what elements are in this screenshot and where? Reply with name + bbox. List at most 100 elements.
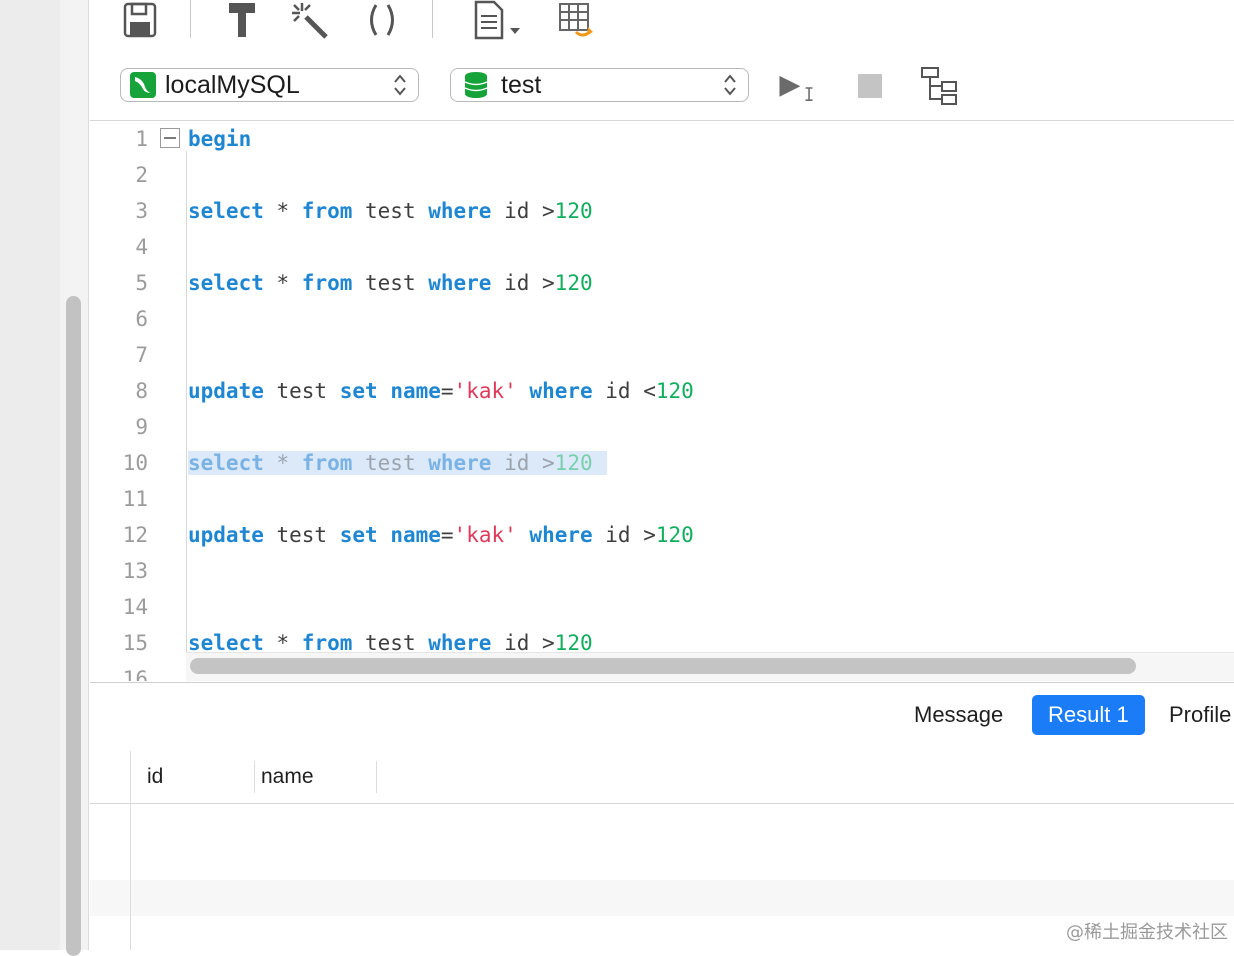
grid-header: id name: [90, 751, 1234, 804]
code-token: 120: [554, 451, 593, 475]
code-token: where: [529, 379, 593, 403]
code-line[interactable]: select * from test where id >120: [188, 193, 593, 229]
code-line[interactable]: update test set name='kak' where id >120: [188, 517, 694, 553]
line-number: 4: [135, 235, 148, 259]
line-number: 12: [122, 523, 148, 547]
tab-message[interactable]: Message: [898, 695, 1019, 735]
code-line[interactable]: select * from test where id >120: [188, 445, 607, 481]
run-icon[interactable]: [776, 68, 816, 108]
code-token: name: [390, 523, 441, 547]
code-token: begin: [188, 127, 252, 151]
line-number: 10: [122, 451, 148, 475]
database-icon: [463, 71, 489, 99]
tab-result-1[interactable]: Result 1: [1032, 695, 1145, 735]
code-token: 120: [554, 271, 593, 295]
sql-editor[interactable]: 1 2 3 4 5 6 7 8 9 10 11 12 13 14 15 16 begin select * fr…: [90, 121, 1234, 681]
code-token: where: [428, 271, 492, 295]
code-token: id >: [491, 451, 555, 475]
toolbar: localMySQL test: [90, 0, 1234, 121]
code-token: set: [339, 379, 378, 403]
select-stepper-icon: [394, 74, 406, 96]
row-header-divider: [130, 751, 131, 950]
code-token: from: [301, 451, 353, 475]
result-tabs-bar: Message Result 1 Profile: [90, 682, 1234, 752]
build-icon[interactable]: [222, 0, 262, 40]
code-token: set: [339, 523, 378, 547]
line-number: 14: [122, 595, 148, 619]
column-separator[interactable]: [376, 761, 377, 793]
column-separator[interactable]: [254, 761, 255, 793]
code-token: 120: [655, 523, 694, 547]
explain-icon[interactable]: [918, 66, 958, 106]
connection-select[interactable]: localMySQL: [120, 68, 419, 102]
code-token: select: [188, 451, 264, 475]
column-header-name[interactable]: name: [261, 751, 314, 803]
code-token: test: [263, 379, 340, 403]
code-token: id >: [491, 271, 555, 295]
line-number: 16: [122, 667, 148, 681]
document-dropdown-icon[interactable]: [470, 0, 530, 40]
toolbar-separator: [432, 0, 433, 38]
code-token: where: [428, 451, 492, 475]
code-token: test: [352, 199, 429, 223]
code-token: select: [188, 199, 264, 223]
sidebar-scrollbar[interactable]: [66, 296, 81, 956]
code-token: id >: [491, 199, 555, 223]
code-token: *: [263, 451, 302, 475]
table-export-icon[interactable]: [556, 0, 596, 40]
line-number: 6: [135, 307, 148, 331]
statement: select * from test where id >120: [188, 271, 593, 295]
editor-horizontal-scrollbar[interactable]: [190, 658, 1136, 674]
line-number: 1: [135, 127, 148, 151]
result-grid[interactable]: id name: [90, 751, 1234, 950]
tab-profile[interactable]: Profile: [1153, 695, 1234, 735]
statement: update test set name='kak' where id <120: [188, 379, 694, 403]
code-token: where: [529, 523, 593, 547]
select-stepper-icon: [724, 74, 736, 96]
code-token: test: [352, 451, 429, 475]
magic-wand-icon[interactable]: [290, 0, 330, 40]
line-number: 8: [135, 379, 148, 403]
code-token: update: [188, 379, 264, 403]
statement: begin: [188, 127, 251, 151]
line-number: 3: [135, 199, 148, 223]
code-token: name: [390, 379, 441, 403]
code-line[interactable]: select * from test where id >120: [188, 265, 593, 301]
code-token: *: [263, 199, 302, 223]
code-token: from: [301, 271, 353, 295]
parentheses-icon[interactable]: [362, 0, 402, 40]
line-number: 5: [135, 271, 148, 295]
line-number: 9: [135, 415, 148, 439]
code-token: 120: [554, 199, 593, 223]
statement: select * from test where id >120: [188, 199, 593, 223]
code-token: where: [428, 199, 492, 223]
save-icon[interactable]: [120, 0, 160, 40]
code-line[interactable]: update test set name='kak' where id <120: [188, 373, 694, 409]
fold-toggle-icon[interactable]: [160, 128, 180, 148]
stop-icon[interactable]: [850, 66, 890, 106]
code-line[interactable]: begin: [188, 121, 251, 157]
code-token: test: [352, 271, 429, 295]
code-token: *: [263, 271, 302, 295]
grid-row[interactable]: [90, 880, 1234, 916]
line-number: 11: [122, 487, 148, 511]
database-select-label: test: [501, 70, 542, 99]
line-number: 15: [122, 631, 148, 655]
code-token: =: [440, 379, 454, 403]
left-sidebar-panel: [0, 0, 60, 950]
code-token: update: [188, 523, 264, 547]
code-token: 'kak': [453, 523, 517, 547]
code-token: from: [301, 199, 353, 223]
line-number-gutter: 1 2 3 4 5 6 7 8 9 10 11 12 13 14 15 16: [90, 121, 186, 681]
mysql-connection-icon: [129, 71, 157, 99]
database-select[interactable]: test: [450, 68, 749, 102]
connection-select-label: localMySQL: [165, 70, 300, 99]
code-token: id >: [592, 523, 656, 547]
fold-guide: [186, 151, 187, 681]
column-header-id[interactable]: id: [147, 751, 163, 803]
statement: update test set name='kak' where id >120: [188, 523, 694, 547]
